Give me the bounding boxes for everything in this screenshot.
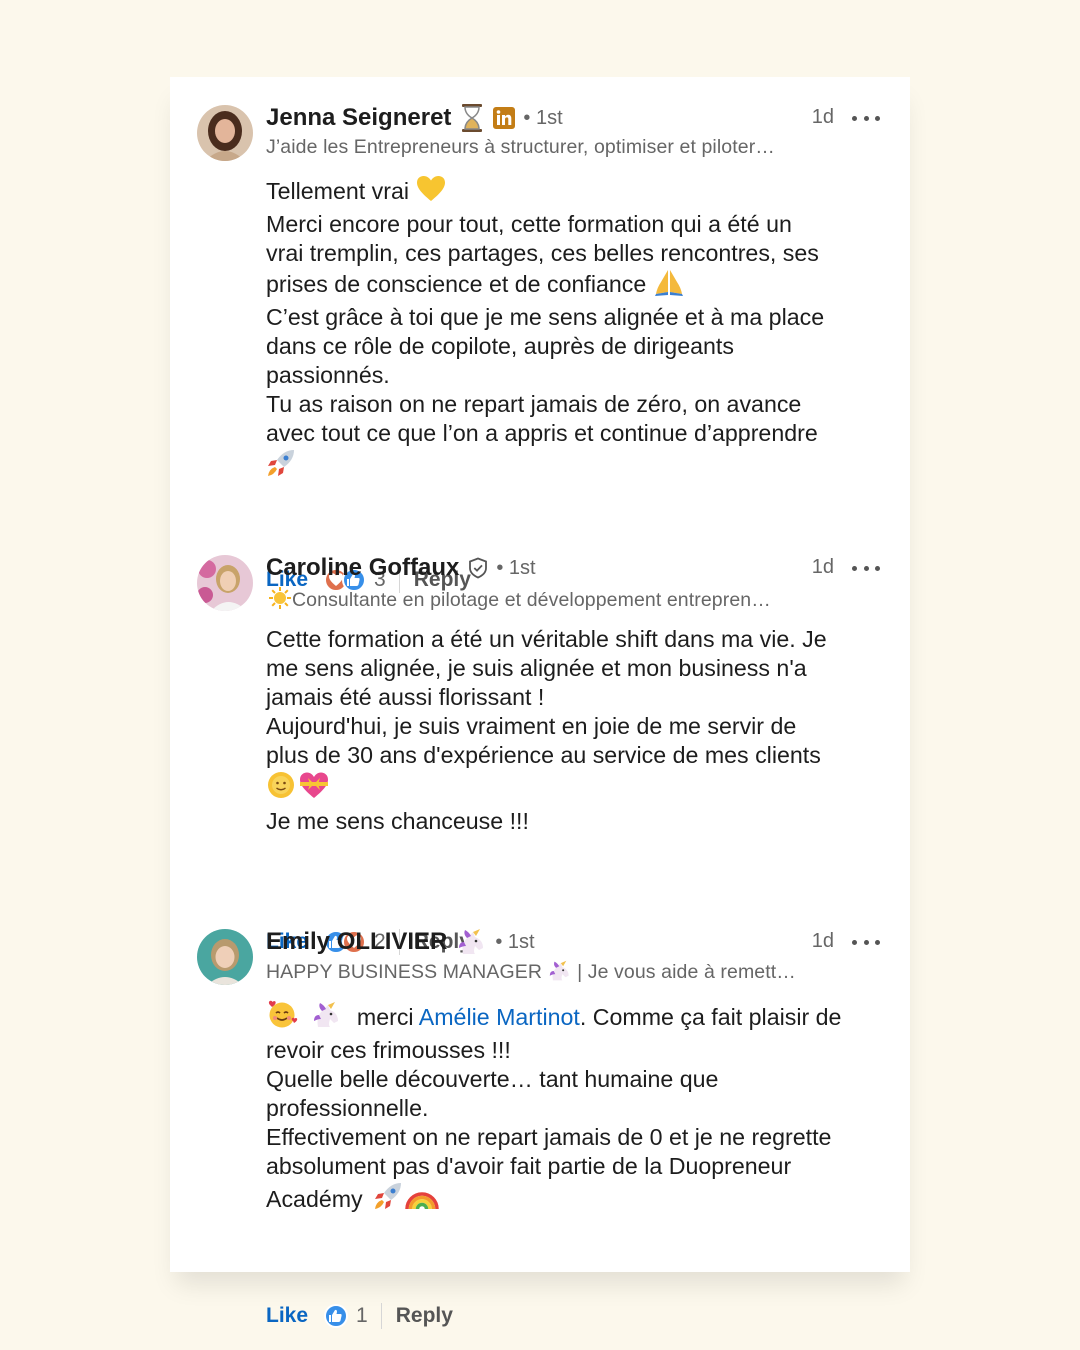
comment-line: Quelle belle découverte… tant humaine qu…	[266, 1066, 719, 1092]
reaction-count: 1	[356, 1304, 368, 1327]
divider	[380, 1303, 382, 1329]
headline-text: | Je vous aide à remett…	[577, 961, 796, 983]
author-row: Jenna Seigneret • 1st	[266, 102, 563, 134]
comment-line: me sens alignée, je suis alignée et mon …	[266, 655, 807, 681]
connection-degree: • 1st	[496, 556, 536, 579]
comment-line: jamais été aussi florissant !	[266, 684, 545, 710]
comment-text: Cette formation a été un véritable shift…	[266, 625, 896, 836]
comment-line: . Comme ça fait plaisir de	[579, 1004, 842, 1030]
comment-line: merci	[356, 1004, 414, 1030]
comment-line: Je me sens chanceuse !!!	[266, 808, 529, 834]
headline-text: HAPPY BUSINESS MANAGER	[266, 961, 542, 983]
comment-line: professionnelle.	[266, 1095, 429, 1121]
comment-text: merci Amélie Martinot. Comme ça fait pla…	[266, 999, 896, 1218]
comment-time: 1d	[811, 930, 834, 952]
comment-line: revoir ces frimousses !!!	[266, 1037, 511, 1063]
author-headline: Consultante en pilotage et développement…	[268, 586, 771, 616]
rocket-icon	[373, 1181, 405, 1218]
comment-line: Merci encore pour tout, cette formation …	[266, 211, 792, 237]
folded-hands-icon	[653, 268, 685, 303]
yellow-heart-icon	[416, 175, 446, 210]
more-options-icon[interactable]	[852, 554, 880, 582]
avatar[interactable]	[197, 555, 253, 611]
comment-line: Tellement vrai	[266, 178, 410, 204]
comment-line: Cette formation a été un véritable shift…	[266, 626, 827, 652]
sun-face-icon	[266, 770, 296, 807]
comment-line: avec tout ce que l’on a appris et contin…	[266, 420, 818, 446]
headline-text: Consultante en pilotage et développement…	[292, 589, 771, 611]
comment-line: passionnés.	[266, 362, 390, 388]
author-name[interactable]: Caroline Goffaux	[266, 554, 459, 582]
avatar[interactable]	[197, 105, 253, 161]
rocket-icon	[266, 448, 298, 485]
comment-line: dans ce rôle de copilote, auprès de diri…	[266, 333, 734, 359]
linkedin-badge-icon	[493, 107, 516, 129]
unicorn-icon	[312, 1001, 342, 1036]
comment-line: Aujourd'hui, je suis vraiment en joie de…	[266, 713, 797, 739]
comment-line: Effectivement on ne repart jamais de 0 e…	[266, 1124, 832, 1150]
reply-button[interactable]: Reply	[396, 1304, 453, 1328]
sun-icon	[268, 586, 292, 616]
author-row: Caroline Goffaux • 1st	[266, 552, 536, 584]
comment-line: plus de 30 ans d'expérience au service d…	[266, 742, 821, 768]
more-options-icon[interactable]	[852, 104, 880, 132]
unicorn-icon	[457, 928, 487, 956]
more-options-icon[interactable]	[852, 928, 880, 956]
comment-line: prises de conscience et de confiance	[266, 271, 647, 297]
connection-degree: • 1st	[495, 930, 535, 953]
author-row: Emily OLLIVIER • 1st	[266, 926, 535, 958]
verified-shield-icon	[468, 557, 488, 579]
comment-text: Tellement vrai Merci encore pour tout, c…	[266, 175, 896, 485]
reaction-summary[interactable]	[324, 1304, 349, 1328]
smiling-face-with-hearts-icon	[266, 999, 298, 1036]
unicorn-icon	[548, 960, 572, 988]
author-name[interactable]: Emily OLLIVIER	[266, 928, 447, 956]
comment-time: 1d	[811, 556, 834, 578]
comment-line: C’est grâce à toi que je me sens alignée…	[266, 304, 825, 330]
rainbow-icon	[405, 1183, 439, 1218]
avatar[interactable]	[197, 929, 253, 985]
connection-degree: • 1st	[523, 106, 563, 129]
hourglass-icon	[461, 104, 483, 132]
author-headline: J’aide les Entrepreneurs à structurer, o…	[266, 136, 775, 158]
comment-time: 1d	[811, 106, 834, 128]
like-reaction-icon	[324, 1304, 349, 1328]
heart-with-ribbon-icon	[298, 770, 330, 807]
author-name[interactable]: Jenna Seigneret	[266, 104, 451, 132]
like-button[interactable]: Like	[266, 1304, 308, 1328]
mention-link[interactable]: Amélie Martinot	[419, 1004, 580, 1030]
author-headline: HAPPY BUSINESS MANAGER | Je vous aide à …	[266, 960, 796, 988]
comment-line: Académy	[266, 1186, 363, 1212]
comment-line: Tu as raison on ne repart jamais de zéro…	[266, 391, 802, 417]
comment-line: absolument pas d'avoir fait partie de la…	[266, 1153, 792, 1179]
comment-actions: Like 1 Reply	[266, 1300, 453, 1332]
comment-line: vrai tremplin, ces partages, ces belles …	[266, 240, 819, 266]
comments-card: Jenna Seigneret • 1st 1d J’aide les Entr…	[170, 77, 910, 1329]
